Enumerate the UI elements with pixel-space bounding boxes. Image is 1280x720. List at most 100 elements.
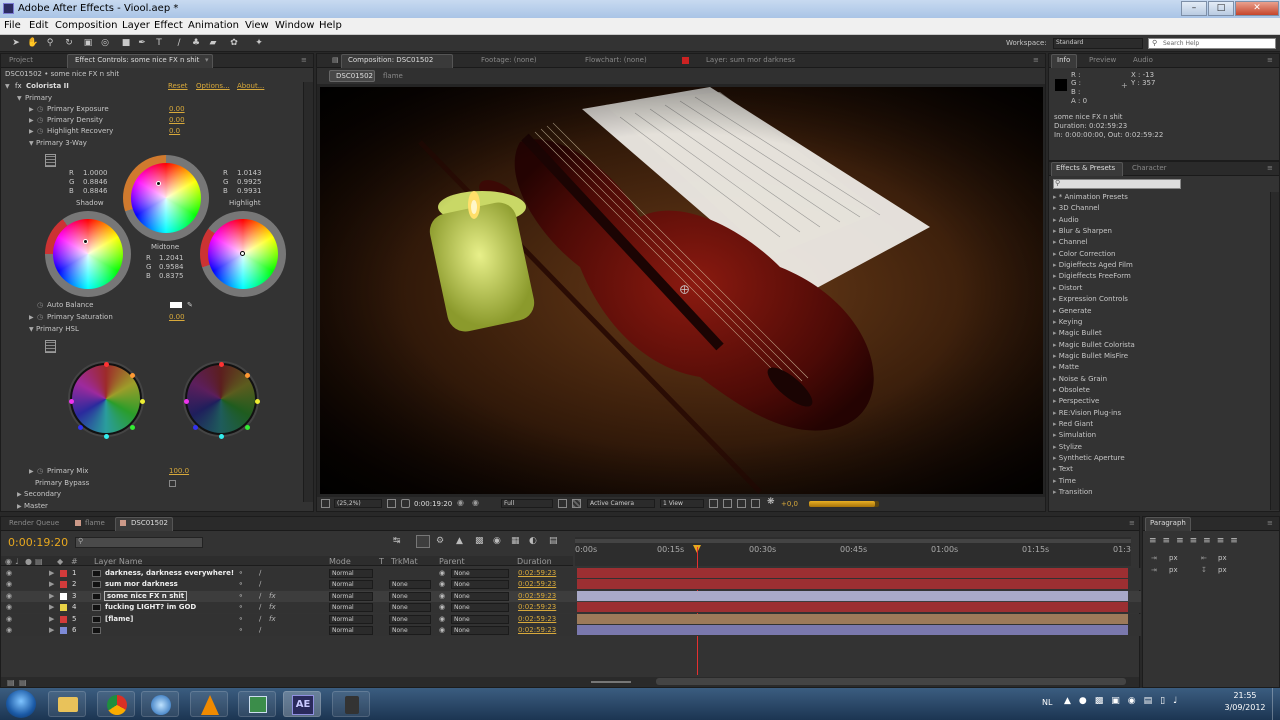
layer-name-header[interactable]: Layer Name — [94, 557, 142, 566]
show-desktop-button[interactable] — [1272, 688, 1280, 720]
tab-effects-presets[interactable]: Effects & Presets — [1056, 164, 1115, 172]
layer-name[interactable]: some nice FX n shit — [103, 590, 188, 601]
effects-category-item[interactable]: Magic Bullet — [1053, 329, 1102, 337]
zoom-tool-icon[interactable]: ⚲ — [44, 37, 56, 49]
layer-duration-bar[interactable] — [577, 579, 1128, 590]
type-tool-icon[interactable]: T — [153, 37, 165, 49]
exposure-value[interactable]: +0,0 — [781, 500, 798, 508]
highlight-recovery-value[interactable]: 0.0 — [169, 127, 180, 135]
shadow-color-wheel[interactable] — [45, 211, 131, 297]
density-twirl-icon[interactable]: ▶ — [29, 117, 34, 124]
zoom-slider[interactable] — [591, 681, 631, 683]
layer-duration[interactable]: 0:02:59:23 — [518, 603, 556, 611]
stopwatch-icon[interactable]: ◷ — [37, 313, 43, 321]
effects-category-item[interactable]: Expression Controls — [1053, 295, 1128, 303]
effects-category-item[interactable]: RE:Vision Plug-ins — [1053, 409, 1121, 417]
pick-whip-icon[interactable]: ◉ — [439, 603, 445, 611]
clock-time[interactable]: 21:55 — [1224, 691, 1266, 700]
rotate-tool-icon[interactable]: ↻ — [63, 37, 75, 49]
stopwatch-icon[interactable]: ◷ — [37, 105, 43, 113]
highlight-recovery-twirl-icon[interactable]: ▶ — [29, 128, 34, 135]
rectangle-tool-icon[interactable]: ■ — [120, 37, 132, 49]
hsl-saturation-wheel[interactable] — [183, 361, 260, 439]
after-effects-taskbar-icon[interactable]: AE — [283, 691, 321, 717]
tab-preview[interactable]: Preview — [1089, 56, 1116, 64]
hsl-twirl-icon[interactable]: ▼ — [29, 326, 34, 333]
layer-row[interactable]: ◉ ▶ 5 [flame] ⚬ ∕ fx Normal None ◉ None 0:02:59:23 — [1, 613, 1141, 625]
reset-link[interactable]: Reset — [168, 82, 188, 90]
layer-duration-bar[interactable] — [577, 602, 1128, 613]
menu-effect[interactable]: Effect — [154, 20, 183, 31]
roto-brush-tool-icon[interactable]: ✿ — [228, 37, 240, 49]
parent-select[interactable]: None — [451, 580, 509, 590]
parent-select[interactable]: None — [451, 603, 509, 613]
flowchart-icon[interactable] — [751, 499, 760, 508]
tab-layer[interactable]: Layer: sum mor darkness — [706, 56, 795, 64]
explorer-taskbar-icon[interactable] — [48, 691, 86, 717]
label-color-swatch[interactable] — [60, 592, 67, 600]
hue-handle-magenta[interactable] — [69, 399, 74, 404]
primary-mix-value[interactable]: 100.0 — [169, 467, 189, 475]
first-line-unit[interactable]: px — [1169, 566, 1178, 574]
anchor-point-icon[interactable]: ⨁ — [680, 285, 689, 295]
trkmat-select[interactable]: None — [389, 580, 431, 590]
layer-name[interactable]: sum mor darkness — [105, 580, 178, 588]
quality-switch-icon[interactable]: ∕ — [259, 615, 261, 623]
fx-switch-icon[interactable]: fx — [269, 592, 276, 600]
pick-whip-icon[interactable]: ◉ — [439, 569, 445, 577]
eye-icon[interactable]: ◉ — [6, 569, 12, 577]
shy-switch-icon[interactable]: ⚬ — [238, 603, 244, 611]
tab-effect-controls[interactable]: Effect Controls: some nice FX n shit — [75, 56, 199, 64]
menu-help[interactable]: Help — [319, 20, 342, 31]
tab-flame[interactable]: flame — [85, 519, 105, 527]
effects-category-item[interactable]: Channel — [1053, 238, 1088, 246]
blend-mode-select[interactable]: Normal — [329, 591, 373, 601]
shy-switch-icon[interactable]: ⚬ — [238, 615, 244, 623]
tab-render-queue[interactable]: Render Queue — [9, 519, 59, 527]
space-before-unit[interactable]: px — [1218, 566, 1227, 574]
time-ruler[interactable]: 0:00s 00:15s 00:30s 00:45s 01:00s 01:15s… — [575, 537, 1131, 566]
shy-switch-icon[interactable]: ⚬ — [238, 580, 244, 588]
blend-mode-select[interactable]: Normal — [329, 569, 373, 578]
effects-category-item[interactable]: Noise & Grain — [1053, 375, 1107, 383]
sat-handle-orange[interactable] — [245, 373, 250, 378]
primary-saturation-value[interactable]: 0.00 — [169, 313, 185, 321]
blend-mode-select[interactable]: Normal — [329, 626, 373, 635]
eye-icon[interactable]: ◉ — [6, 626, 12, 634]
panel-menu-icon[interactable]: ≡ — [1129, 519, 1135, 527]
maximize-button[interactable]: □ — [1208, 1, 1234, 16]
effects-category-item[interactable]: Time — [1053, 477, 1076, 485]
calculator-icon[interactable] — [45, 154, 56, 167]
camera-tool-icon[interactable]: ▣ — [82, 37, 94, 49]
eraser-tool-icon[interactable]: ▰ — [207, 37, 219, 49]
effects-category-item[interactable]: Digieffects Aged Film — [1053, 261, 1133, 269]
effects-category-item[interactable]: Obsolete — [1053, 386, 1090, 394]
pan-behind-tool-icon[interactable]: ◎ — [99, 37, 111, 49]
eye-icon[interactable]: ◉ — [6, 580, 12, 588]
hue-handle-orange[interactable] — [130, 373, 135, 378]
tab-flowchart[interactable]: Flowchart: (none) — [585, 56, 647, 64]
language-indicator[interactable]: NL — [1042, 698, 1052, 707]
motion-blur-icon[interactable]: ◉ — [493, 536, 501, 546]
tab-character[interactable]: Character — [1132, 164, 1167, 172]
draft-3d-icon[interactable]: ⚙ — [436, 536, 444, 546]
effects-category-item[interactable]: Digieffects FreeForm — [1053, 272, 1131, 280]
minimize-button[interactable]: – — [1181, 1, 1207, 16]
mix-twirl-icon[interactable]: ▶ — [29, 468, 34, 475]
sat-handle-magenta[interactable] — [184, 399, 189, 404]
parent-select[interactable]: None — [451, 626, 509, 635]
effects-category-item[interactable]: Synthetic Aperture — [1053, 454, 1125, 462]
hue-handle-red[interactable] — [104, 362, 109, 367]
effects-category-item[interactable]: Magic Bullet MisFire — [1053, 352, 1128, 360]
tab-composition[interactable]: Composition: DSC01502 — [348, 56, 433, 64]
brush-tool-icon[interactable]: ∕ — [173, 37, 185, 49]
tab-project[interactable]: Project — [9, 56, 33, 64]
clone-stamp-tool-icon[interactable]: ♣ — [190, 37, 202, 49]
blend-mode-select[interactable]: Normal — [329, 603, 373, 613]
layer-name[interactable]: [flame] — [105, 615, 133, 623]
fx-icon[interactable]: fx — [15, 82, 22, 90]
frame-blending-icon[interactable]: ▩ — [475, 536, 484, 546]
menu-view[interactable]: View — [245, 20, 269, 31]
effects-category-item[interactable]: 3D Channel — [1053, 204, 1100, 212]
pen-tool-icon[interactable]: ✒ — [136, 37, 148, 49]
